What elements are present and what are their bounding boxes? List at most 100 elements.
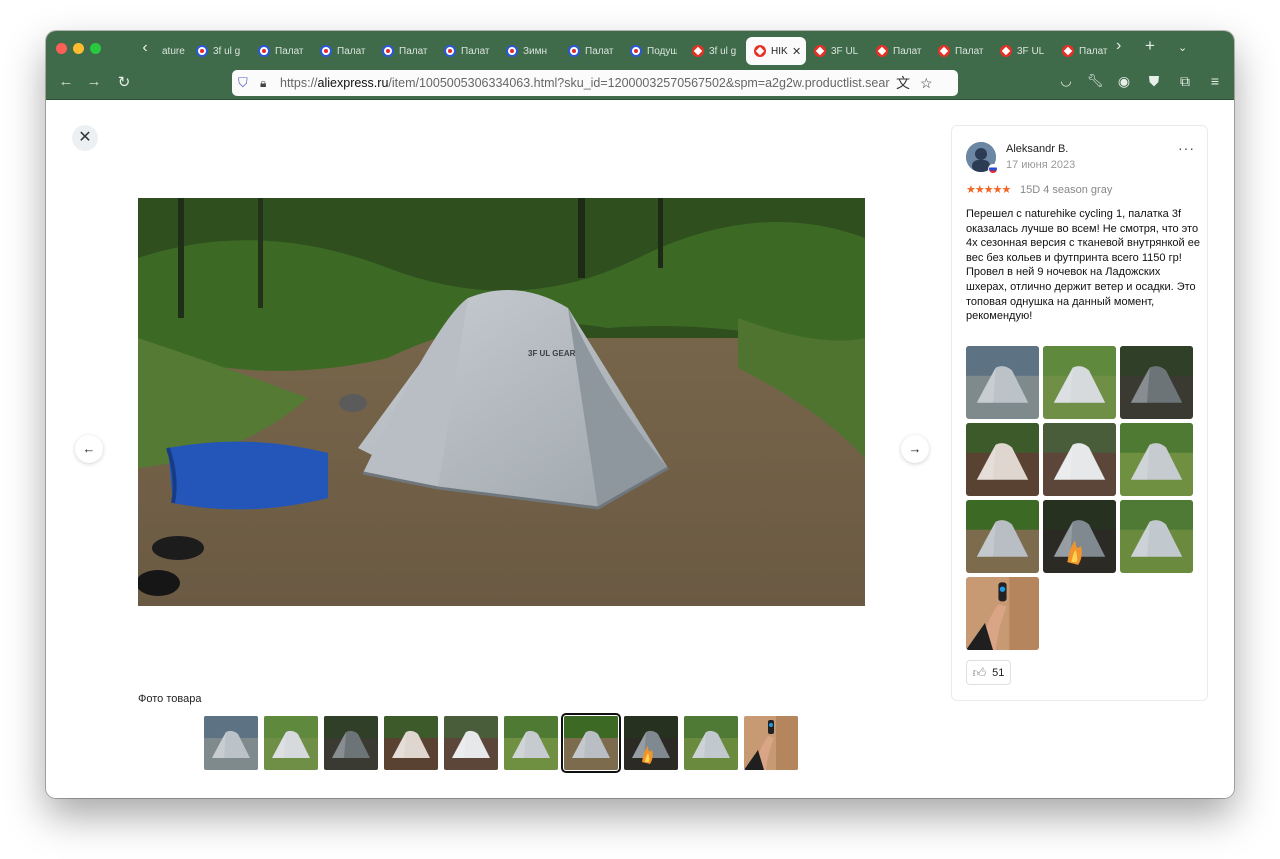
thumbs-up-icon: 👍︎ [972, 664, 987, 680]
pocket-icon[interactable]: ◡ [1056, 73, 1076, 89]
review-photo[interactable] [1043, 346, 1116, 419]
extensions-puzzle-icon[interactable]: ⧉ [1175, 73, 1195, 90]
browser-tab[interactable]: 3f ul g [188, 37, 250, 65]
tab-label: Палат [275, 45, 304, 57]
site-favicon-icon [1062, 45, 1074, 57]
reviewer-name: Aleksandr B. [1006, 143, 1069, 155]
tab-label: Палат [461, 45, 490, 57]
review-photo[interactable] [966, 423, 1039, 496]
review-photo[interactable] [1043, 423, 1116, 496]
browser-tab[interactable]: HIK ✕ [746, 37, 806, 65]
review-photo-grid [966, 346, 1196, 650]
next-photo-button[interactable]: → [901, 435, 929, 463]
photo-thumbnail[interactable] [324, 716, 378, 770]
close-tab-icon[interactable]: ✕ [792, 45, 801, 58]
tab-label: Палат [399, 45, 428, 57]
address-bar[interactable]: ⛉ 🔒︎ https://aliexpress.ru/item/10050053… [232, 70, 958, 96]
minimize-window-button[interactable] [73, 43, 84, 54]
photo-thumbnail[interactable] [264, 716, 318, 770]
site-favicon-icon [938, 45, 950, 57]
translate-icon[interactable]: 文 [896, 73, 910, 93]
tabs-scroll-right-icon[interactable]: › [1116, 37, 1121, 55]
tracking-shield-icon[interactable]: ⛉ [238, 75, 252, 91]
zoom-window-button[interactable] [90, 43, 101, 54]
reload-icon[interactable]: ↻ [114, 73, 134, 91]
url-text[interactable]: https://aliexpress.ru/item/1005005306334… [280, 76, 890, 90]
tab-label: HIK [771, 45, 788, 57]
browser-tab[interactable]: Палат [868, 37, 930, 65]
forward-arrow-icon[interactable]: → [84, 73, 104, 90]
account-icon[interactable]: ◉ [1114, 73, 1134, 90]
previous-photo-button[interactable]: ← [75, 435, 103, 463]
browser-tab[interactable]: Палат [1054, 37, 1116, 65]
review-photo-viewer: ✕ 3F UL GEAR ← → Фото товара Aleksandr B… [46, 100, 1234, 798]
nav-toolbar: ← → ↻ ⛉ 🔒︎ https://aliexpress.ru/item/10… [46, 67, 1234, 100]
browser-tab[interactable]: 3f ul g [684, 37, 746, 65]
browser-tab[interactable]: 3F UL [806, 37, 868, 65]
review-photo[interactable] [1120, 500, 1193, 573]
review-photo[interactable] [966, 500, 1039, 573]
browser-tab[interactable]: ature [156, 37, 188, 65]
lock-icon[interactable]: 🔒︎ [260, 76, 274, 91]
back-arrow-icon[interactable]: ← [56, 73, 76, 90]
site-favicon-icon [1000, 45, 1012, 57]
photo-thumbnail[interactable] [504, 716, 558, 770]
browser-tab[interactable]: 3F UL [992, 37, 1054, 65]
more-options-icon[interactable]: ··· [1178, 140, 1195, 156]
review-photo[interactable] [1120, 346, 1193, 419]
tent-brand-logo: 3F UL GEAR [528, 349, 576, 358]
site-favicon-icon [196, 45, 208, 57]
site-favicon-icon [692, 45, 704, 57]
browser-tab[interactable]: Палат [250, 37, 312, 65]
browser-tab[interactable]: Палат [436, 37, 498, 65]
tabs-scroll-left-icon[interactable]: ‹ [136, 39, 154, 57]
photo-thumbnail[interactable] [561, 713, 621, 773]
photo-thumbnail[interactable] [744, 716, 798, 770]
close-window-button[interactable] [56, 43, 67, 54]
site-favicon-icon [506, 45, 518, 57]
thumbnail-strip [204, 713, 798, 773]
browser-window: ‹ ature 3f ul g Палат Палат Палат Палат Зимн Па… [46, 31, 1234, 798]
site-favicon-icon [814, 45, 826, 57]
review-photo[interactable] [1043, 500, 1116, 573]
close-viewer-button[interactable]: ✕ [72, 125, 98, 151]
new-tab-icon[interactable]: + [1145, 36, 1155, 56]
browser-tab[interactable]: Подуш [622, 37, 684, 65]
like-button[interactable]: 👍︎ 51 [966, 660, 1011, 685]
review-photo[interactable] [966, 577, 1039, 650]
browser-tab[interactable]: Палат [930, 37, 992, 65]
photo-thumbnail[interactable] [204, 716, 258, 770]
photo-thumbnail[interactable] [444, 716, 498, 770]
site-favicon-icon [320, 45, 332, 57]
review-text: Перешел с naturehike cycling 1, палатка … [966, 208, 1200, 323]
site-favicon-icon [444, 45, 456, 57]
review-photo[interactable] [1120, 423, 1193, 496]
wrench-icon[interactable]: 🔧︎ [1085, 73, 1105, 89]
rating-stars: ★★★★★ [966, 184, 1011, 196]
photo-thumbnail[interactable] [384, 716, 438, 770]
site-favicon-icon [382, 45, 394, 57]
browser-tab[interactable]: Зимн [498, 37, 560, 65]
product-variant: 15D 4 season gray [1020, 184, 1113, 196]
tab-label: 3f ul g [213, 45, 241, 57]
tab-label: Палат [585, 45, 614, 57]
tab-label: Зимн [523, 45, 548, 57]
browser-tab[interactable]: Палат [374, 37, 436, 65]
menu-icon[interactable]: ≡ [1205, 73, 1225, 89]
tab-bar: ‹ ature 3f ul g Палат Палат Палат Палат Зимн Па… [46, 31, 1234, 67]
tab-label: 3F UL [1017, 45, 1045, 57]
tab-label: 3f ul g [709, 45, 737, 57]
tab-label: ature [162, 45, 185, 57]
tab-label: Палат [955, 45, 984, 57]
review-photo[interactable] [966, 346, 1039, 419]
browser-tab[interactable]: Палат [560, 37, 622, 65]
tab-label: 3F UL [831, 45, 859, 57]
site-favicon-icon [630, 45, 642, 57]
photo-thumbnail[interactable] [624, 716, 678, 770]
bookmark-star-icon[interactable]: ☆ [920, 75, 933, 92]
photo-thumbnail[interactable] [684, 716, 738, 770]
browser-tab[interactable]: Палат [312, 37, 374, 65]
tab-list-chevron-down-icon[interactable]: ⌄ [1178, 41, 1187, 54]
site-favicon-icon [876, 45, 888, 57]
shield-extension-icon[interactable]: ⛊ [1144, 73, 1164, 90]
